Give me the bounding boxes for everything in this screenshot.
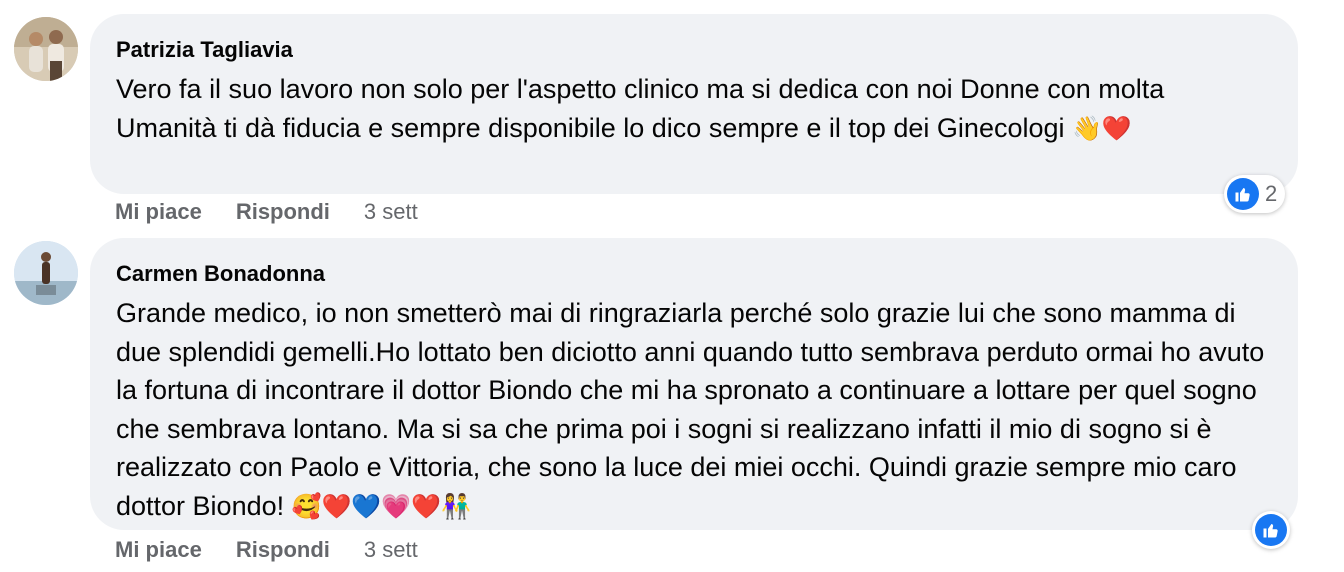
comment-text: Vero fa il suo lavoro non solo per l'asp… bbox=[116, 70, 1272, 149]
avatar[interactable] bbox=[14, 17, 78, 81]
avatar[interactable] bbox=[14, 241, 78, 305]
red-heart-emoji: ❤️ bbox=[321, 493, 352, 521]
comment-author[interactable]: Carmen Bonadonna bbox=[116, 260, 1272, 288]
timestamp[interactable]: 3 sett bbox=[364, 537, 418, 563]
comment-bubble: Carmen Bonadonna Grande medico, io non s… bbox=[90, 238, 1298, 530]
pink-heart-emoji: 💗 bbox=[381, 493, 412, 521]
like-button[interactable]: Mi piace bbox=[115, 537, 202, 563]
comment-body: Vero fa il suo lavoro non solo per l'asp… bbox=[116, 74, 1165, 143]
like-button[interactable]: Mi piace bbox=[115, 199, 202, 225]
comment-actions: Mi piace Rispondi 3 sett bbox=[115, 537, 418, 563]
comment-body: Grande medico, io non smetterò mai di ri… bbox=[116, 298, 1265, 521]
comment-text: Grande medico, io non smetterò mai di ri… bbox=[116, 294, 1272, 527]
red-heart-emoji: ❤️ bbox=[411, 493, 442, 521]
red-heart-emoji: ❤️ bbox=[1101, 115, 1132, 143]
waving-hand-emoji: 👋 bbox=[1072, 115, 1102, 143]
blue-heart-emoji: 💙 bbox=[351, 493, 382, 521]
smiling-hearts-emoji: 🥰 bbox=[291, 493, 322, 521]
couple-emoji: 👫 bbox=[441, 493, 471, 521]
reaction-count: 2 bbox=[1265, 181, 1278, 206]
reaction-summary[interactable] bbox=[1252, 511, 1290, 549]
reply-button[interactable]: Rispondi bbox=[236, 199, 330, 225]
timestamp[interactable]: 3 sett bbox=[364, 199, 418, 225]
reply-button[interactable]: Rispondi bbox=[236, 537, 330, 563]
reaction-summary[interactable]: 2 bbox=[1224, 175, 1286, 213]
like-icon bbox=[1227, 178, 1259, 210]
comment-actions: Mi piace Rispondi 3 sett bbox=[115, 199, 418, 225]
comment-bubble: Patrizia Tagliavia Vero fa il suo lavoro… bbox=[90, 14, 1298, 194]
like-icon bbox=[1255, 514, 1287, 546]
comment-author[interactable]: Patrizia Tagliavia bbox=[116, 36, 1272, 64]
